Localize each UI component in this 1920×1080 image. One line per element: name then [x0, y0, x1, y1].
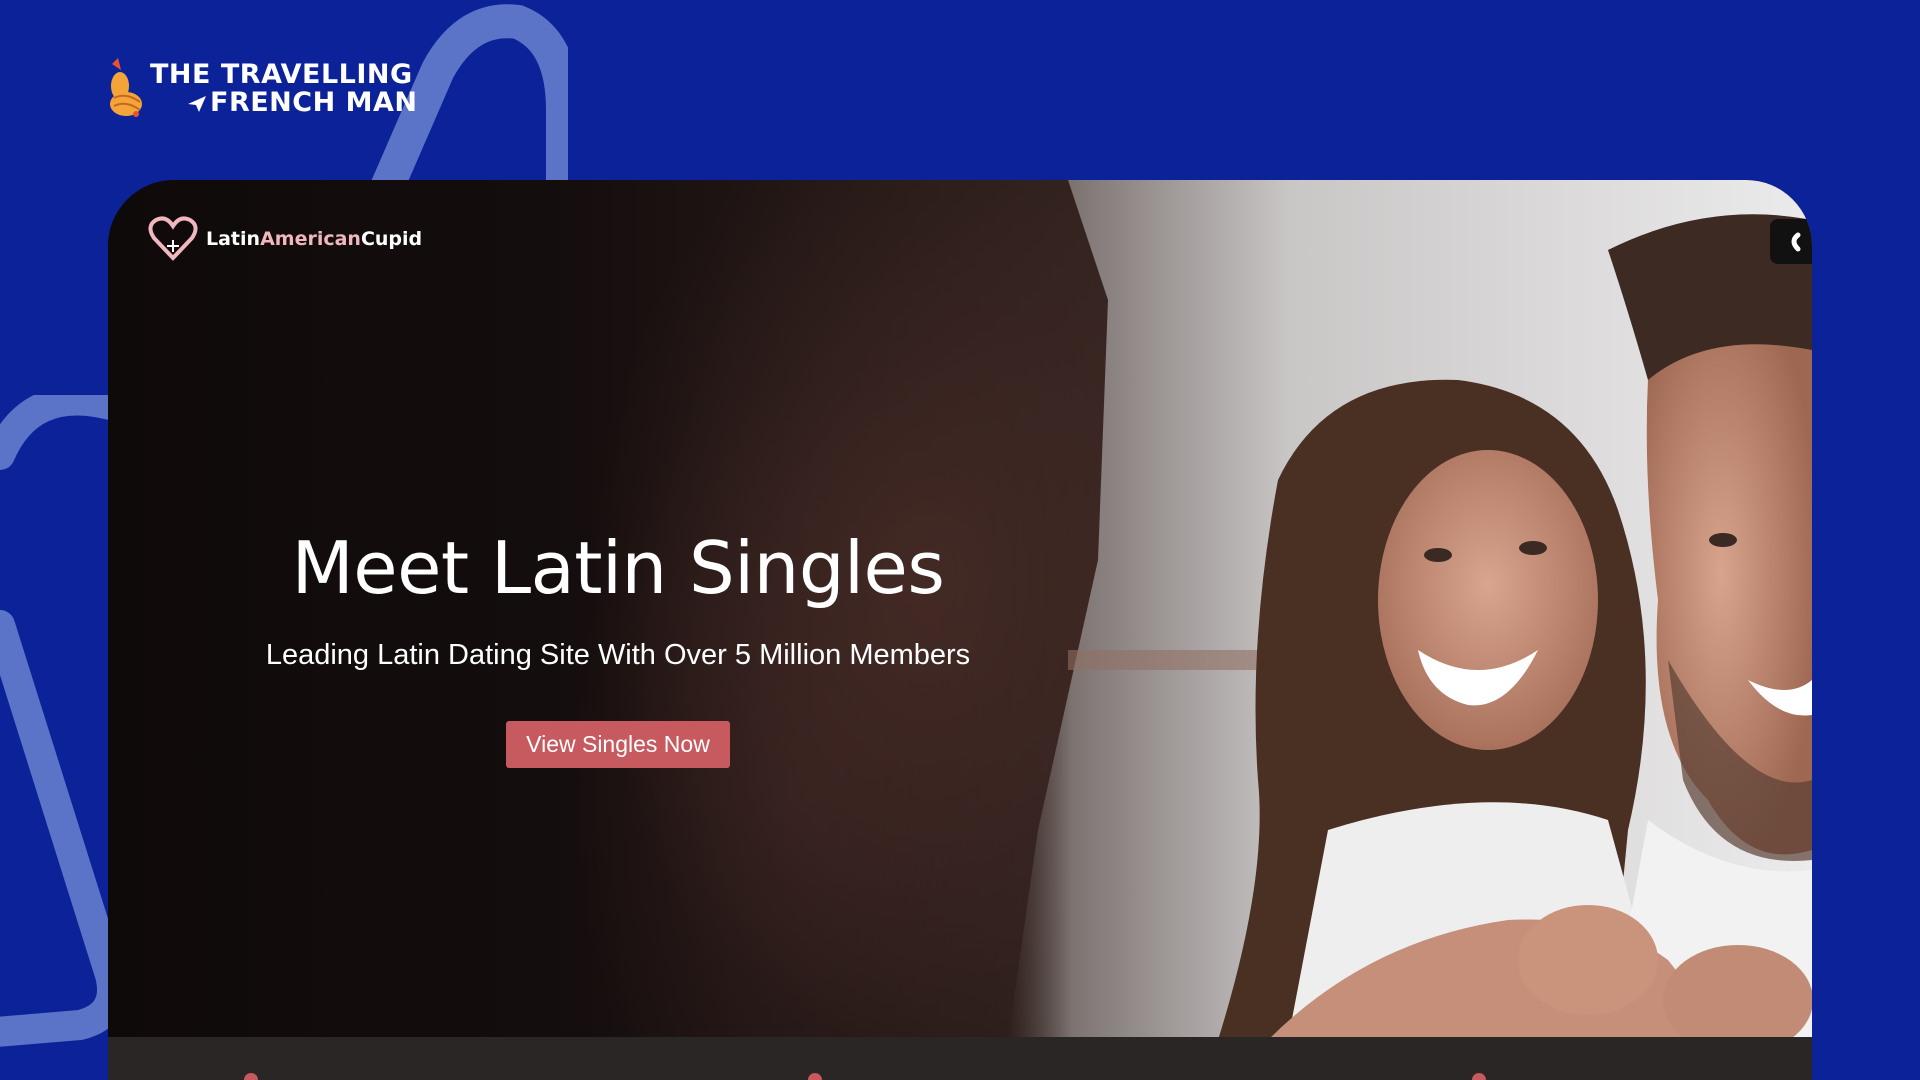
- brand-name-line2-text: FRENCH MAN: [210, 87, 418, 118]
- logo-text-cupid: Cupid: [360, 228, 423, 250]
- site-screenshot-card: LatinAmericanCupid Meet Latin Singles Le…: [108, 180, 1812, 1080]
- site-logo-text: LatinAmericanCupid: [206, 228, 422, 250]
- menu-icon: [1791, 232, 1801, 252]
- feature-bullet-icon: [1472, 1073, 1486, 1080]
- logo-text-latin: Latin: [206, 228, 261, 250]
- hero-title: Meet Latin Singles: [291, 526, 945, 610]
- bottom-feature-strip: [108, 1037, 1812, 1080]
- logo-text-american: American: [260, 228, 361, 250]
- brand-name: THE TRAVELLING FRENCH MAN: [150, 61, 417, 117]
- brand-name-line1: THE TRAVELLING: [150, 59, 413, 90]
- brand-logo[interactable]: THE TRAVELLING FRENCH MAN: [106, 56, 417, 122]
- brand-name-line2: FRENCH MAN: [150, 89, 417, 117]
- hero-subtitle: Leading Latin Dating Site With Over 5 Mi…: [265, 639, 971, 671]
- paper-plane-icon: [188, 96, 206, 112]
- croissant-icon: [110, 58, 142, 117]
- latin-american-cupid-logo[interactable]: LatinAmericanCupid: [148, 216, 422, 262]
- heart-icon: [148, 216, 198, 261]
- feature-bullet-icon: [244, 1073, 258, 1080]
- hero-section: Meet Latin Singles Leading Latin Dating …: [188, 525, 1048, 768]
- menu-button[interactable]: [1770, 219, 1812, 264]
- view-singles-button[interactable]: View Singles Now: [506, 721, 730, 768]
- feature-bullet-icon: [808, 1073, 822, 1080]
